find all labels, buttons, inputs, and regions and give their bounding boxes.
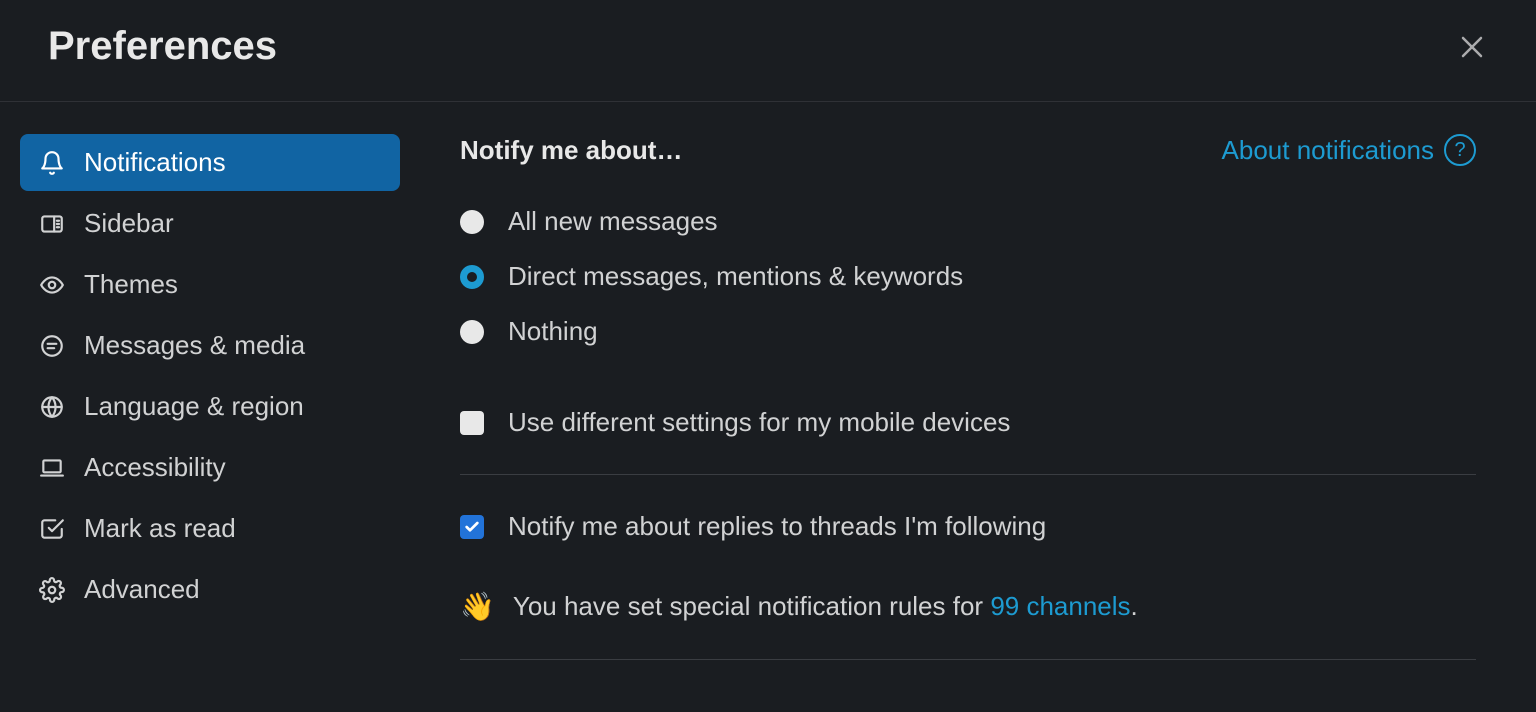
radio-label: Direct messages, mentions & keywords <box>508 261 963 292</box>
checkbox-input[interactable] <box>460 515 484 539</box>
sidebar-item-label: Accessibility <box>84 452 226 483</box>
special-notification-notice: 👋 You have set special notification rule… <box>460 578 1476 635</box>
gear-icon <box>38 576 66 604</box>
special-suffix: . <box>1131 591 1138 621</box>
close-button[interactable] <box>1456 31 1488 63</box>
divider <box>460 474 1476 475</box>
sidebar-item-label: Themes <box>84 269 178 300</box>
radio-all-new-messages[interactable]: All new messages <box>460 194 1476 249</box>
laptop-icon <box>38 454 66 482</box>
sidebar-item-notifications[interactable]: Notifications <box>20 134 400 191</box>
globe-icon <box>38 393 66 421</box>
sidebar-item-accessibility[interactable]: Accessibility <box>20 439 400 496</box>
section-title: Notify me about… <box>460 135 682 166</box>
sidebar-item-messages-media[interactable]: Messages & media <box>20 317 400 374</box>
bell-icon <box>38 149 66 177</box>
radio-nothing[interactable]: Nothing <box>460 304 1476 359</box>
special-prefix: You have set special notification rules … <box>513 591 990 621</box>
wave-icon: 👋 <box>460 590 495 623</box>
sidebar-item-label: Mark as read <box>84 513 236 544</box>
section-header: Notify me about… About notifications ? <box>460 134 1476 166</box>
radio-label: All new messages <box>508 206 718 237</box>
sidebar-item-advanced[interactable]: Advanced <box>20 561 400 618</box>
sidebar-item-label: Language & region <box>84 391 304 422</box>
special-text: You have set special notification rules … <box>513 591 1138 622</box>
checkbox-label: Use different settings for my mobile dev… <box>508 407 1010 438</box>
sidebar-item-label: Advanced <box>84 574 200 605</box>
body: Notifications Sidebar The <box>0 102 1536 684</box>
sidebar-item-label: Sidebar <box>84 208 174 239</box>
radio-label: Nothing <box>508 316 598 347</box>
checkbox-mobile-settings[interactable]: Use different settings for my mobile dev… <box>460 395 1476 450</box>
checkbox-input[interactable] <box>460 411 484 435</box>
sidebar-item-label: Messages & media <box>84 330 305 361</box>
check-icon <box>464 519 480 535</box>
sidebar-item-sidebar[interactable]: Sidebar <box>20 195 400 252</box>
eye-icon <box>38 271 66 299</box>
chat-icon <box>38 332 66 360</box>
panel-icon <box>38 210 66 238</box>
close-icon <box>1459 34 1485 60</box>
radio-input[interactable] <box>460 320 484 344</box>
check-square-icon <box>38 515 66 543</box>
page-title: Preferences <box>48 24 277 69</box>
about-notifications-link[interactable]: About notifications ? <box>1222 134 1476 166</box>
channels-link[interactable]: 99 channels <box>990 591 1130 621</box>
sidebar-item-themes[interactable]: Themes <box>20 256 400 313</box>
radio-direct-mentions-keywords[interactable]: Direct messages, mentions & keywords <box>460 249 1476 304</box>
help-link-label: About notifications <box>1222 135 1434 166</box>
sidebar-item-language-region[interactable]: Language & region <box>20 378 400 435</box>
sidebar: Notifications Sidebar The <box>0 134 424 684</box>
radio-input[interactable] <box>460 210 484 234</box>
help-icon: ? <box>1444 134 1476 166</box>
radio-input[interactable] <box>460 265 484 289</box>
sidebar-item-mark-as-read[interactable]: Mark as read <box>20 500 400 557</box>
checkbox-label: Notify me about replies to threads I'm f… <box>508 511 1046 542</box>
header: Preferences <box>0 0 1536 102</box>
checkbox-thread-replies[interactable]: Notify me about replies to threads I'm f… <box>460 499 1476 554</box>
content: Notify me about… About notifications ? A… <box>424 134 1536 684</box>
sidebar-item-label: Notifications <box>84 147 226 178</box>
divider <box>460 659 1476 660</box>
